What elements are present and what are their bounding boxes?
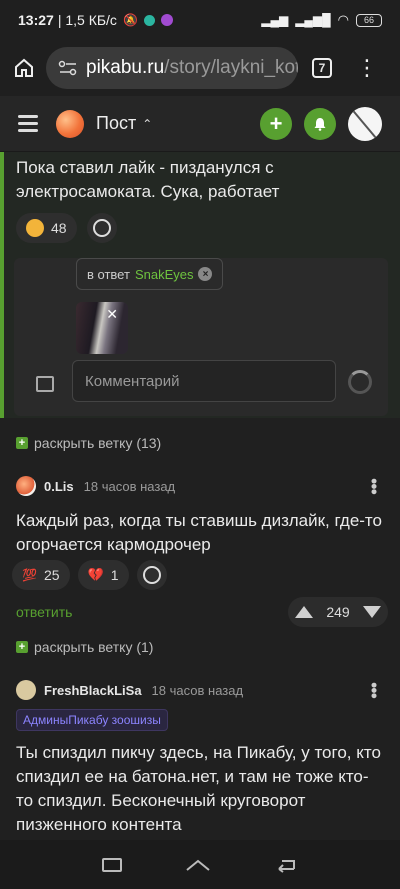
plus-icon: + xyxy=(16,437,28,449)
comment-author[interactable]: FreshBlackLiSa xyxy=(44,683,142,698)
plus-icon: + xyxy=(16,641,28,653)
comment-text: Пока ставил лайк - пизданулся с электрос… xyxy=(16,158,280,201)
add-post-button[interactable]: + xyxy=(260,107,292,140)
mute-icon: 🔕 xyxy=(122,13,138,27)
comments-area: Пока ставил лайк - пизданулся с электрос… xyxy=(0,152,400,840)
bell-icon xyxy=(314,117,326,131)
chevron-up-icon[interactable]: ⌃ xyxy=(142,117,152,131)
vote-control: 249 xyxy=(288,597,388,627)
home-nav-icon[interactable] xyxy=(185,858,211,872)
comment-time: 18 часов назад xyxy=(83,478,176,494)
add-reaction-button[interactable] xyxy=(86,213,117,243)
rating-value: 249 xyxy=(326,604,350,620)
notifications-button[interactable] xyxy=(304,107,336,140)
avatar[interactable] xyxy=(16,476,36,496)
comment-text: Ты спиздил пикчу здесь, на Пикабу, у тог… xyxy=(16,743,381,834)
comment-text: Каждый раз, когда ты ставишь дизлайк, гд… xyxy=(16,511,382,554)
url-path: /story/laykni_kot xyxy=(164,57,298,78)
site-header: Пост ⌃ + xyxy=(0,96,400,152)
laugh-emoji-icon xyxy=(26,219,44,237)
battery-icon: 66 xyxy=(356,13,382,27)
app-notification-icon xyxy=(160,14,173,26)
reaction-broken-heart[interactable]: 💔 1 xyxy=(77,560,129,590)
browser-toolbar: pikabu.ru/story/laykni_kot 7 ⋮ xyxy=(0,40,400,96)
url-domain: pikabu.ru xyxy=(86,57,165,78)
back-icon[interactable] xyxy=(274,857,298,873)
add-reaction-button[interactable] xyxy=(136,560,167,590)
comment-header: 0.Lis 18 часов назад ••• xyxy=(0,473,400,499)
broken-heart-icon: 💔 xyxy=(87,567,104,582)
browser-menu-icon[interactable]: ⋮ xyxy=(356,57,378,79)
reply-form: в ответ SnakEyes × ✕ Комментарий xyxy=(14,258,388,416)
active-comment-thread: Пока ставил лайк - пизданулся с электрос… xyxy=(0,152,400,418)
page-title[interactable]: Пост xyxy=(96,113,136,134)
comment-header: FreshBlackLiSa 18 часов назад ••• xyxy=(0,677,400,703)
more-icon[interactable]: ••• xyxy=(363,478,384,494)
system-nav-bar xyxy=(0,840,400,889)
recent-apps-icon[interactable] xyxy=(101,857,122,872)
hundred-emoji-icon: 💯 xyxy=(22,568,37,582)
comment-time: 18 часов назад xyxy=(151,682,244,698)
more-icon[interactable]: ••• xyxy=(363,682,384,698)
signal-icon: ▂▄▆ xyxy=(261,13,289,27)
expand-thread-button[interactable]: + раскрыть ветку (1) xyxy=(16,639,153,655)
smile-plus-icon xyxy=(92,219,111,237)
site-settings-icon[interactable] xyxy=(58,60,78,76)
remove-image-icon[interactable]: ✕ xyxy=(106,306,118,323)
status-time: 13:27 xyxy=(18,12,54,28)
comment: 0.Lis 18 часов назад ••• Каждый раз, ког… xyxy=(0,473,400,557)
reply-to-label: в ответ xyxy=(87,266,130,282)
user-avatar[interactable] xyxy=(348,106,382,141)
reaction-laugh[interactable]: 48 xyxy=(16,213,77,243)
smile-plus-icon xyxy=(142,566,161,584)
attached-image[interactable]: ✕ xyxy=(76,302,128,354)
home-icon[interactable] xyxy=(12,56,36,80)
add-image-icon[interactable] xyxy=(36,376,54,392)
signal-icon: ▂▄▆█ xyxy=(295,13,331,27)
wifi-icon: ◠ xyxy=(337,12,349,27)
tabs-button[interactable]: 7 xyxy=(312,58,332,78)
status-bar: 13:27 | 1,5 КБ/с 🔕 ▂▄▆ ▂▄▆█ ◠ 66 xyxy=(0,0,400,40)
status-speed: | 1,5 КБ/с xyxy=(57,12,117,28)
loading-spinner-icon xyxy=(348,370,372,394)
close-icon[interactable]: × xyxy=(198,267,213,281)
url-bar[interactable]: pikabu.ru/story/laykni_kot xyxy=(46,47,298,89)
expand-thread-button[interactable]: + раскрыть ветку (13) xyxy=(16,435,161,451)
reaction-count: 1 xyxy=(110,567,119,583)
expand-thread-label: раскрыть ветку (13) xyxy=(34,435,162,451)
upvote-icon[interactable] xyxy=(294,606,313,618)
reply-to-nick: SnakEyes xyxy=(134,266,194,282)
reply-button[interactable]: ответить xyxy=(16,604,72,620)
app-notification-icon xyxy=(143,14,155,26)
reaction-100[interactable]: 💯 25 xyxy=(12,560,70,590)
comment-input[interactable]: Комментарий xyxy=(72,360,336,402)
comment-author[interactable]: 0.Lis xyxy=(44,479,74,494)
reaction-count: 25 xyxy=(43,567,60,583)
reply-to-chip: в ответ SnakEyes × xyxy=(76,258,224,290)
comment: FreshBlackLiSa 18 часов назад ••• Админы… xyxy=(0,677,400,837)
downvote-icon[interactable] xyxy=(363,606,382,618)
menu-icon[interactable] xyxy=(18,115,38,132)
pikabu-logo[interactable] xyxy=(56,109,84,138)
expand-thread-label: раскрыть ветку (1) xyxy=(34,639,154,655)
reaction-count: 48 xyxy=(51,220,67,236)
community-badge[interactable]: АдминыПикабу зоошизы xyxy=(16,709,168,731)
avatar[interactable] xyxy=(16,680,36,700)
